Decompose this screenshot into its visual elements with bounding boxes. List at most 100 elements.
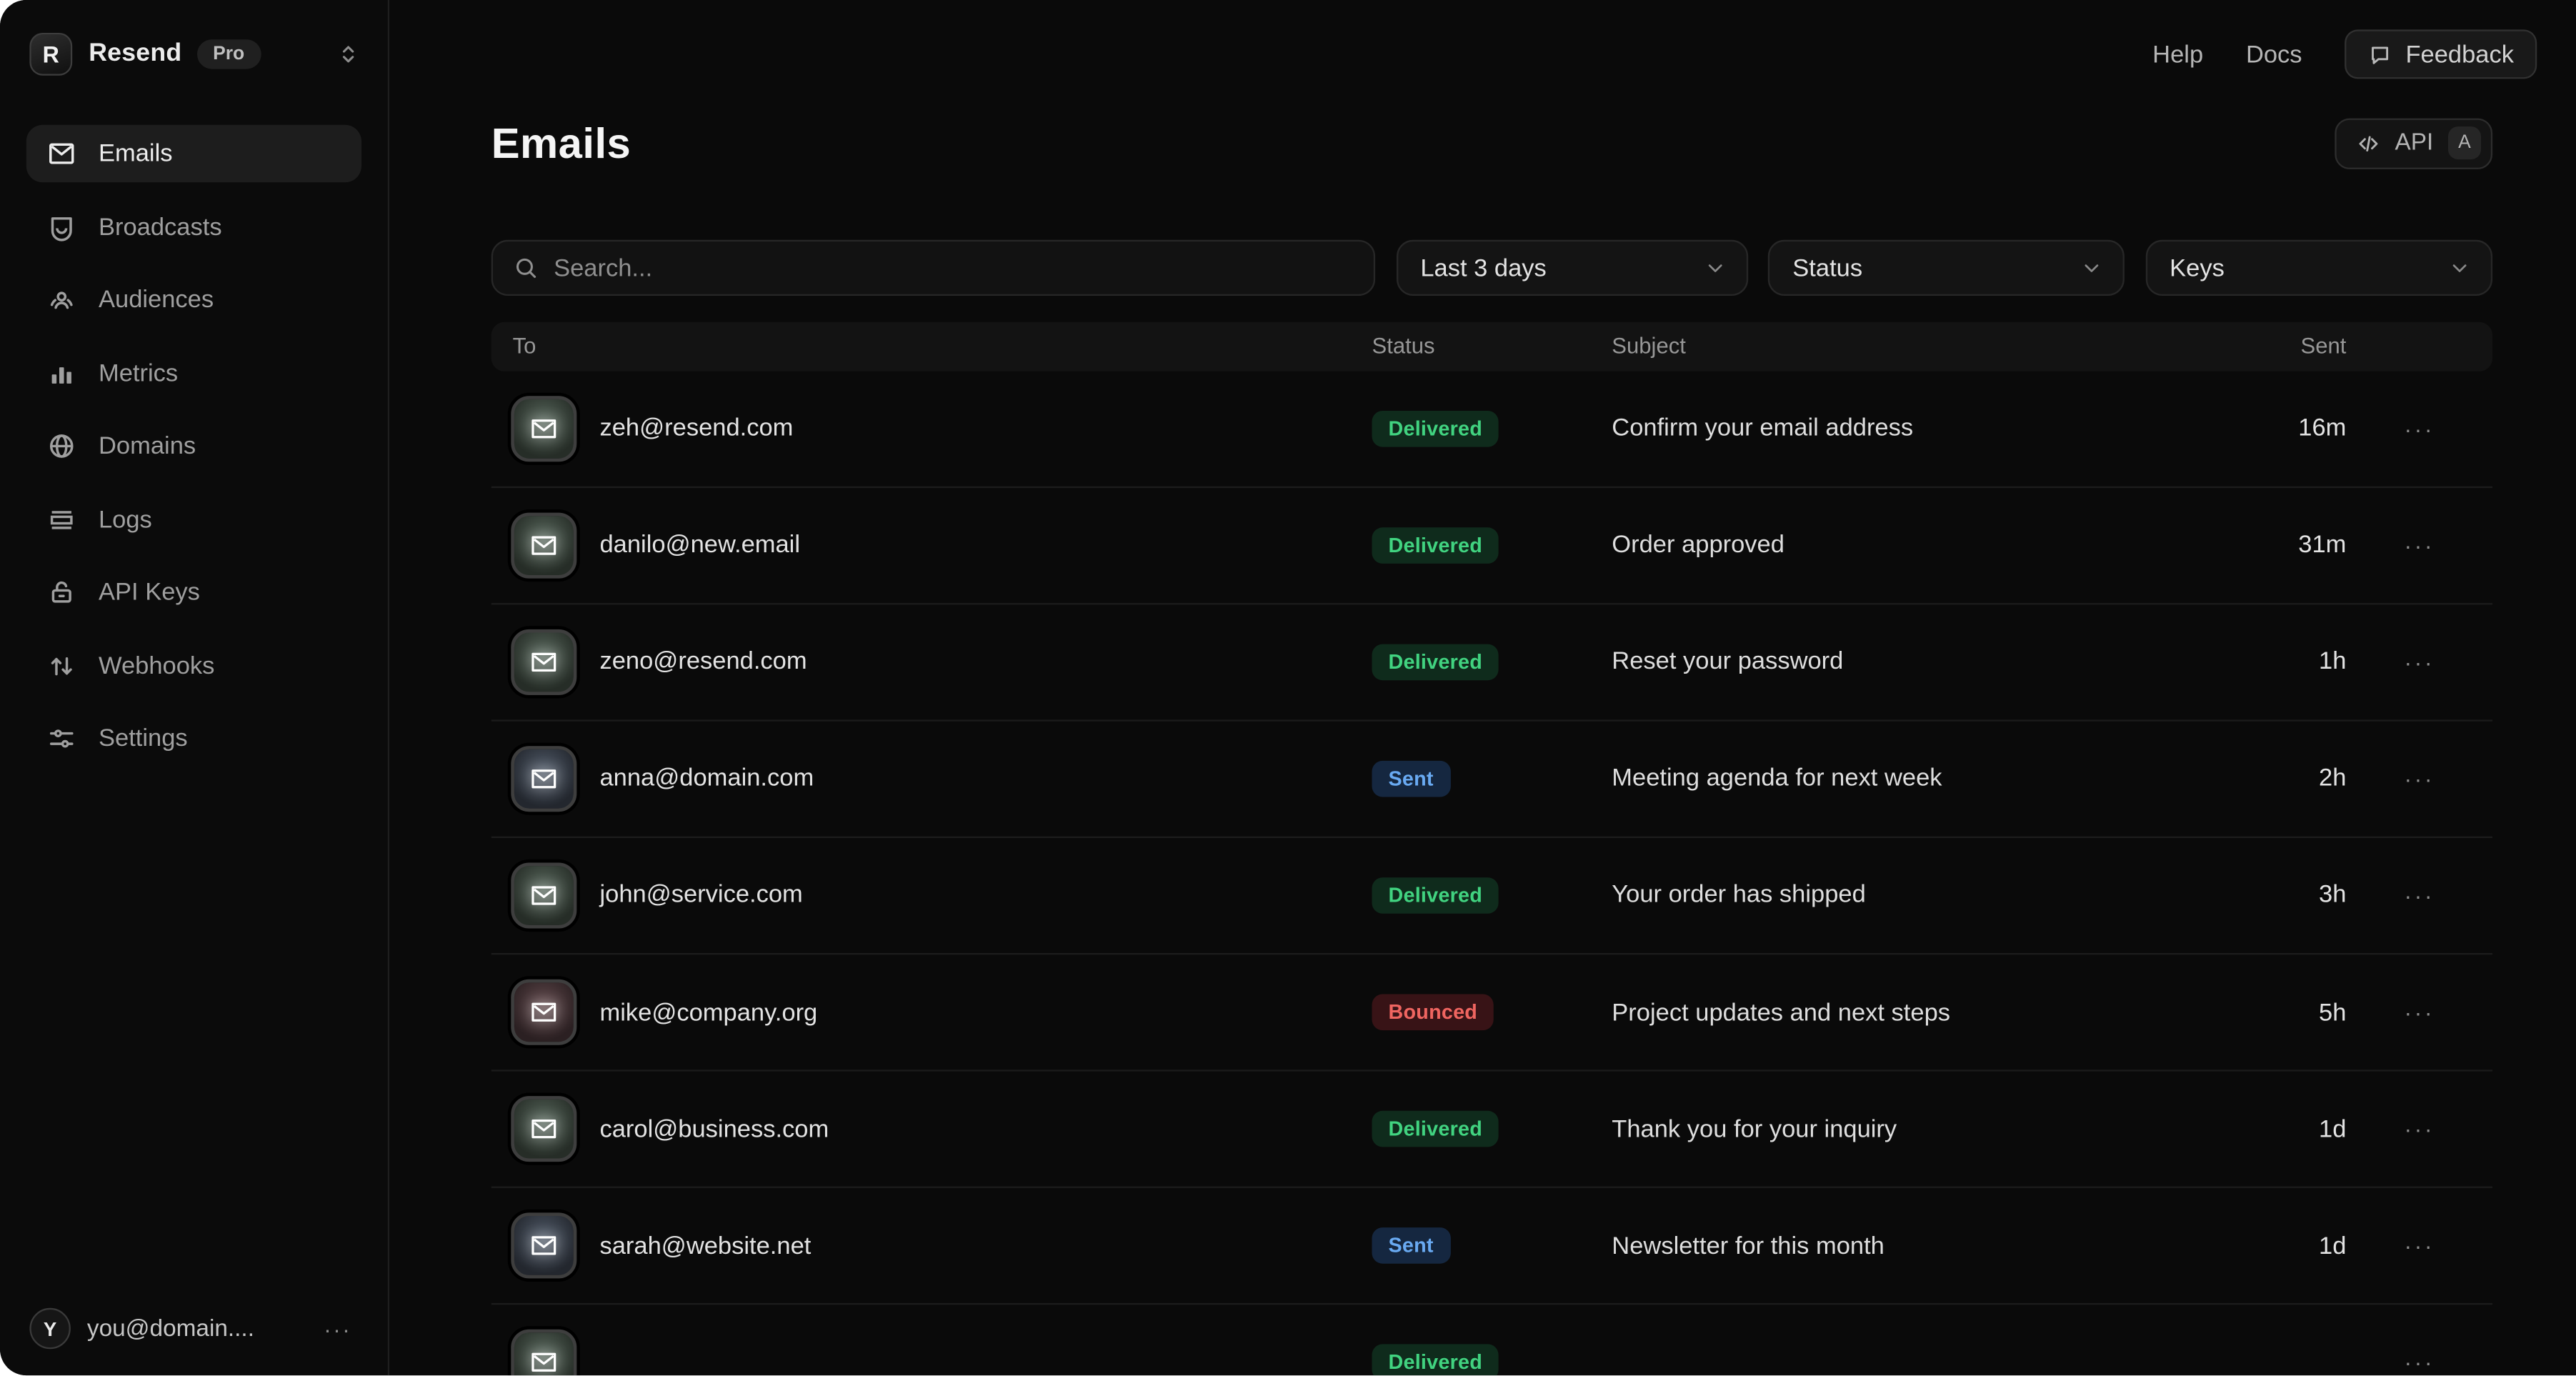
email-table-body: zeh@resend.com Delivered Confirm your em…	[491, 371, 2492, 1376]
avatar: Y	[29, 1309, 71, 1350]
table-row[interactable]: zeh@resend.com Delivered Confirm your em…	[491, 371, 2492, 488]
column-header-status: Status	[1372, 334, 1612, 359]
settings-icon	[46, 723, 77, 754]
recipient-email: zeh@resend.com	[600, 414, 794, 442]
row-menu-button[interactable]: ···	[2395, 994, 2445, 1031]
row-menu-button[interactable]: ···	[2395, 877, 2445, 914]
help-link[interactable]: Help	[2152, 40, 2203, 68]
sidebar-item-broadcasts[interactable]: Broadcasts	[26, 198, 361, 256]
envelope-icon	[511, 862, 576, 928]
resend-app-window: R Resend Pro Emails Broadcasts Audiences…	[0, 0, 2576, 1376]
page-title: Emails	[491, 117, 631, 168]
envelope-icon	[511, 1096, 576, 1162]
date-range-dropdown[interactable]: Last 3 days	[1396, 240, 1747, 296]
column-header-sent: Sent	[2241, 334, 2346, 359]
workspace-switcher-button[interactable]	[335, 41, 361, 68]
row-menu-button[interactable]: ···	[2395, 644, 2445, 680]
api-button[interactable]: API A	[2334, 117, 2492, 168]
sidebar-nav: Emails Broadcasts Audiences Metrics Doma…	[26, 125, 361, 767]
table-row[interactable]: zeno@resend.com Delivered Reset your pas…	[491, 604, 2492, 722]
sidebar-item-domains[interactable]: Domains	[26, 417, 361, 475]
keys-dropdown[interactable]: Keys	[2145, 240, 2492, 296]
sent-time: 1d	[2241, 1115, 2346, 1143]
row-menu-button[interactable]: ···	[2395, 1228, 2445, 1265]
table-row[interactable]: anna@domain.com Sent Meeting agenda for …	[491, 721, 2492, 838]
sent-time: 1d	[2241, 1232, 2346, 1260]
sidebar-item-metrics[interactable]: Metrics	[26, 344, 361, 402]
table-row[interactable]: sarah@website.net Sent Newsletter for th…	[491, 1188, 2492, 1305]
status-badge: Delivered	[1372, 527, 1499, 563]
email-subject: Your order has shipped	[1612, 882, 2241, 909]
sent-time: 16m	[2241, 414, 2346, 442]
sent-time: 5h	[2241, 998, 2346, 1026]
status-dropdown[interactable]: Status	[1768, 240, 2125, 296]
sent-time: 1h	[2241, 648, 2346, 676]
user-account-row[interactable]: Y you@domain.... ···	[26, 1302, 361, 1352]
sidebar: R Resend Pro Emails Broadcasts Audiences…	[0, 0, 389, 1376]
sidebar-item-logs[interactable]: Logs	[26, 491, 361, 549]
resend-logo-letter: R	[43, 41, 59, 68]
column-header-to: To	[491, 334, 1372, 359]
feedback-label: Feedback	[2405, 40, 2514, 68]
table-row[interactable]: Delivered ···	[491, 1305, 2492, 1376]
table-row[interactable]: mike@company.org Bounced Project updates…	[491, 954, 2492, 1072]
sidebar-item-audiences[interactable]: Audiences	[26, 271, 361, 329]
recipient-email: mike@company.org	[600, 998, 818, 1026]
envelope-icon	[511, 629, 576, 694]
filter-row: Last 3 days Status Keys	[491, 240, 2492, 296]
workspace-name: Resend	[89, 39, 181, 69]
email-subject: Meeting agenda for next week	[1612, 764, 2241, 792]
email-subject: Reset your password	[1612, 648, 2241, 676]
sent-time: 31m	[2241, 531, 2346, 559]
envelope-icon	[511, 746, 576, 812]
row-menu-button[interactable]: ···	[2395, 527, 2445, 563]
status-badge: Delivered	[1372, 644, 1499, 680]
keys-filter-value: Keys	[2170, 254, 2225, 281]
email-subject: Confirm your email address	[1612, 414, 2241, 442]
sidebar-item-settings[interactable]: Settings	[26, 710, 361, 768]
table-row[interactable]: john@service.com Delivered Your order ha…	[491, 838, 2492, 955]
docs-link[interactable]: Docs	[2246, 40, 2302, 68]
metrics-icon	[46, 357, 77, 389]
status-badge: Sent	[1372, 1228, 1450, 1265]
sidebar-item-emails[interactable]: Emails	[26, 125, 361, 182]
recipient-email: zeno@resend.com	[600, 648, 807, 676]
code-icon	[2355, 131, 2380, 156]
chevron-down-icon	[2080, 256, 2103, 279]
recipient-email: carol@business.com	[600, 1115, 829, 1143]
envelope-icon	[511, 395, 576, 461]
search-input[interactable]	[554, 254, 1354, 281]
status-filter-value: Status	[1792, 254, 1862, 281]
api-shortcut-badge: A	[2448, 126, 2481, 159]
row-menu-button[interactable]: ···	[2395, 410, 2445, 447]
webhooks-icon	[46, 650, 77, 682]
topbar: Help Docs Feedback	[389, 0, 2576, 79]
envelope-icon	[511, 1330, 576, 1376]
chevrons-up-down-icon	[335, 41, 361, 68]
scale-wrapper: R Resend Pro Emails Broadcasts Audiences…	[0, 0, 2576, 1376]
envelope-icon	[511, 512, 576, 578]
plan-badge: Pro	[196, 39, 261, 69]
sidebar-item-webhooks[interactable]: Webhooks	[26, 637, 361, 694]
broadcast-icon	[46, 211, 77, 243]
feedback-button[interactable]: Feedback	[2345, 29, 2537, 79]
api-button-label: API	[2395, 130, 2434, 156]
table-row[interactable]: danilo@new.email Delivered Order approve…	[491, 487, 2492, 604]
table-row[interactable]: carol@business.com Delivered Thank you f…	[491, 1072, 2492, 1189]
workspace-row: R Resend Pro	[26, 29, 361, 79]
logs-icon	[46, 504, 77, 535]
status-badge: Delivered	[1372, 1345, 1499, 1376]
row-menu-button[interactable]: ···	[2395, 1111, 2445, 1147]
mail-icon	[46, 138, 77, 169]
table-header: To Status Subject Sent	[491, 321, 2492, 371]
sidebar-item-api-keys[interactable]: API Keys	[26, 564, 361, 622]
search-box	[491, 240, 1375, 296]
user-menu-button[interactable]: ···	[317, 1312, 359, 1345]
speech-bubble-icon	[2368, 42, 2393, 67]
status-badge: Sent	[1372, 761, 1450, 797]
row-menu-button[interactable]: ···	[2395, 1345, 2445, 1376]
main-area: Help Docs Feedback Emails API A	[389, 0, 2576, 1376]
title-row: Emails API A	[491, 114, 2492, 173]
row-menu-button[interactable]: ···	[2395, 761, 2445, 797]
sent-time: 2h	[2241, 764, 2346, 792]
